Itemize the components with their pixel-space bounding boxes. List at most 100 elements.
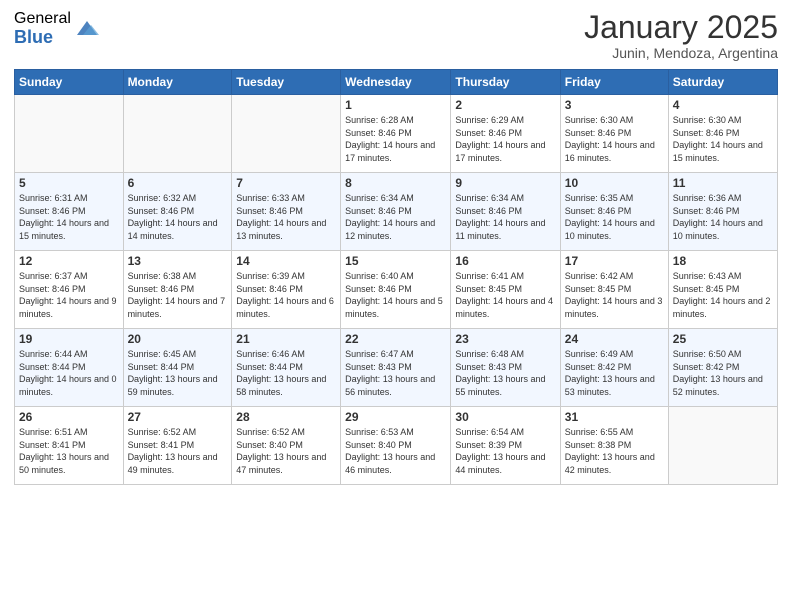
day-number: 6 — [128, 176, 228, 190]
table-row: 21Sunrise: 6:46 AM Sunset: 8:44 PM Dayli… — [232, 329, 341, 407]
page-header: General Blue January 2025 Junin, Mendoza… — [14, 10, 778, 61]
day-info: Sunrise: 6:52 AM Sunset: 8:40 PM Dayligh… — [236, 426, 336, 476]
calendar-week-row: 12 Sunrise: 6:37 AM Sunset: 8:46 PM Dayli… — [15, 251, 778, 329]
table-row: 27Sunrise: 6:52 AM Sunset: 8:41 PM Dayli… — [123, 407, 232, 485]
day-number: 5 — [19, 176, 119, 190]
day-number: 26 — [19, 410, 119, 424]
logo-text: General Blue — [14, 10, 71, 47]
table-row — [232, 95, 341, 173]
day-number: 20 — [128, 332, 228, 346]
header-sunday: Sunday — [15, 70, 124, 95]
header-thursday: Thursday — [451, 70, 560, 95]
logo: General Blue — [14, 10, 101, 47]
day-number: 12 — [19, 254, 119, 268]
table-row: 3 Sunrise: 6:30 AM Sunset: 8:46 PM Daylig… — [560, 95, 668, 173]
calendar-week-row: 26 Sunrise: 6:51 AM Sunset: 8:41 PM Dayli… — [15, 407, 778, 485]
day-info: Sunrise: 6:28 AM Sunset: 8:46 PM Dayligh… — [345, 114, 446, 164]
day-info: Sunrise: 6:39 AM Sunset: 8:46 PM Dayligh… — [236, 270, 336, 320]
day-number: 3 — [565, 98, 664, 112]
day-number: 21 — [236, 332, 336, 346]
logo-general: General — [14, 10, 71, 28]
day-info: Sunrise: 6:51 AM Sunset: 8:41 PM Dayligh… — [19, 426, 119, 476]
day-info: Sunrise: 6:45 AM Sunset: 8:44 PM Dayligh… — [128, 348, 228, 398]
day-info: Sunrise: 6:37 AM Sunset: 8:46 PM Dayligh… — [19, 270, 119, 320]
table-row — [123, 95, 232, 173]
calendar-header-row: Sunday Monday Tuesday Wednesday Thursday… — [15, 70, 778, 95]
table-row: 5Sunrise: 6:31 AM Sunset: 8:46 PM Daylig… — [15, 173, 124, 251]
logo-blue: Blue — [14, 28, 71, 48]
header-friday: Friday — [560, 70, 668, 95]
day-info: Sunrise: 6:49 AM Sunset: 8:42 PM Dayligh… — [565, 348, 664, 398]
table-row: 25 Sunrise: 6:50 AM Sunset: 8:42 PM Dayli… — [668, 329, 777, 407]
table-row: 14 Sunrise: 6:39 AM Sunset: 8:46 PM Dayli… — [232, 251, 341, 329]
title-section: January 2025 Junin, Mendoza, Argentina — [584, 10, 778, 61]
day-info: Sunrise: 6:42 AM Sunset: 8:45 PM Dayligh… — [565, 270, 664, 320]
day-number: 23 — [455, 332, 555, 346]
table-row: 7 Sunrise: 6:33 AM Sunset: 8:46 PM Daylig… — [232, 173, 341, 251]
header-wednesday: Wednesday — [341, 70, 451, 95]
day-info: Sunrise: 6:35 AM Sunset: 8:46 PM Dayligh… — [565, 192, 664, 242]
day-number: 15 — [345, 254, 446, 268]
table-row — [668, 407, 777, 485]
table-row: 30 Sunrise: 6:54 AM Sunset: 8:39 PM Dayli… — [451, 407, 560, 485]
table-row: 13 Sunrise: 6:38 AM Sunset: 8:46 PM Dayli… — [123, 251, 232, 329]
table-row: 23 Sunrise: 6:48 AM Sunset: 8:43 PM Dayli… — [451, 329, 560, 407]
calendar-week-row: 19Sunrise: 6:44 AM Sunset: 8:44 PM Dayli… — [15, 329, 778, 407]
day-number: 2 — [455, 98, 555, 112]
day-info: Sunrise: 6:34 AM Sunset: 8:46 PM Dayligh… — [345, 192, 446, 242]
day-info: Sunrise: 6:53 AM Sunset: 8:40 PM Dayligh… — [345, 426, 446, 476]
day-number: 29 — [345, 410, 446, 424]
day-info: Sunrise: 6:41 AM Sunset: 8:45 PM Dayligh… — [455, 270, 555, 320]
day-number: 24 — [565, 332, 664, 346]
day-info: Sunrise: 6:30 AM Sunset: 8:46 PM Dayligh… — [673, 114, 773, 164]
day-info: Sunrise: 6:48 AM Sunset: 8:43 PM Dayligh… — [455, 348, 555, 398]
location-subtitle: Junin, Mendoza, Argentina — [584, 45, 778, 61]
month-title: January 2025 — [584, 10, 778, 45]
table-row: 12 Sunrise: 6:37 AM Sunset: 8:46 PM Dayli… — [15, 251, 124, 329]
day-info: Sunrise: 6:34 AM Sunset: 8:46 PM Dayligh… — [455, 192, 555, 242]
table-row: 17 Sunrise: 6:42 AM Sunset: 8:45 PM Dayli… — [560, 251, 668, 329]
day-number: 10 — [565, 176, 664, 190]
table-row: 4 Sunrise: 6:30 AM Sunset: 8:46 PM Daylig… — [668, 95, 777, 173]
page-container: General Blue January 2025 Junin, Mendoza… — [0, 0, 792, 612]
table-row: 15Sunrise: 6:40 AM Sunset: 8:46 PM Dayli… — [341, 251, 451, 329]
day-info: Sunrise: 6:44 AM Sunset: 8:44 PM Dayligh… — [19, 348, 119, 398]
day-info: Sunrise: 6:54 AM Sunset: 8:39 PM Dayligh… — [455, 426, 555, 476]
day-number: 18 — [673, 254, 773, 268]
day-number: 17 — [565, 254, 664, 268]
day-number: 8 — [345, 176, 446, 190]
table-row: 1 Sunrise: 6:28 AM Sunset: 8:46 PM Daylig… — [341, 95, 451, 173]
header-saturday: Saturday — [668, 70, 777, 95]
table-row: 19Sunrise: 6:44 AM Sunset: 8:44 PM Dayli… — [15, 329, 124, 407]
day-number: 9 — [455, 176, 555, 190]
day-number: 13 — [128, 254, 228, 268]
day-info: Sunrise: 6:38 AM Sunset: 8:46 PM Dayligh… — [128, 270, 228, 320]
day-info: Sunrise: 6:47 AM Sunset: 8:43 PM Dayligh… — [345, 348, 446, 398]
day-number: 14 — [236, 254, 336, 268]
table-row: 22Sunrise: 6:47 AM Sunset: 8:43 PM Dayli… — [341, 329, 451, 407]
calendar-week-row: 5Sunrise: 6:31 AM Sunset: 8:46 PM Daylig… — [15, 173, 778, 251]
table-row: 29 Sunrise: 6:53 AM Sunset: 8:40 PM Dayli… — [341, 407, 451, 485]
day-number: 28 — [236, 410, 336, 424]
day-number: 25 — [673, 332, 773, 346]
day-number: 31 — [565, 410, 664, 424]
day-info: Sunrise: 6:50 AM Sunset: 8:42 PM Dayligh… — [673, 348, 773, 398]
table-row: 11 Sunrise: 6:36 AM Sunset: 8:46 PM Dayli… — [668, 173, 777, 251]
day-info: Sunrise: 6:43 AM Sunset: 8:45 PM Dayligh… — [673, 270, 773, 320]
day-number: 4 — [673, 98, 773, 112]
day-number: 30 — [455, 410, 555, 424]
table-row: 24 Sunrise: 6:49 AM Sunset: 8:42 PM Dayli… — [560, 329, 668, 407]
day-info: Sunrise: 6:33 AM Sunset: 8:46 PM Dayligh… — [236, 192, 336, 242]
logo-icon — [73, 15, 101, 43]
table-row: 8 Sunrise: 6:34 AM Sunset: 8:46 PM Daylig… — [341, 173, 451, 251]
day-number: 11 — [673, 176, 773, 190]
table-row: 9 Sunrise: 6:34 AM Sunset: 8:46 PM Daylig… — [451, 173, 560, 251]
table-row: 10 Sunrise: 6:35 AM Sunset: 8:46 PM Dayli… — [560, 173, 668, 251]
header-monday: Monday — [123, 70, 232, 95]
table-row: 2Sunrise: 6:29 AM Sunset: 8:46 PM Daylig… — [451, 95, 560, 173]
day-info: Sunrise: 6:55 AM Sunset: 8:38 PM Dayligh… — [565, 426, 664, 476]
day-number: 7 — [236, 176, 336, 190]
day-info: Sunrise: 6:36 AM Sunset: 8:46 PM Dayligh… — [673, 192, 773, 242]
day-info: Sunrise: 6:30 AM Sunset: 8:46 PM Dayligh… — [565, 114, 664, 164]
day-number: 1 — [345, 98, 446, 112]
